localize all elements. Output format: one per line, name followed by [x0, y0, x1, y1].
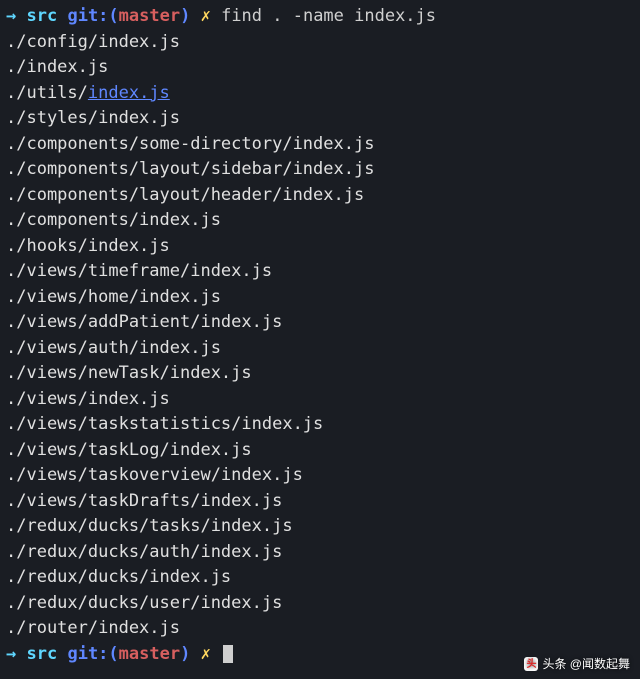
output-line: ./components/index.js	[6, 208, 634, 234]
output-line: ./views/home/index.js	[6, 285, 634, 311]
output-line: ./redux/ducks/auth/index.js	[6, 540, 634, 566]
git-label: git:(	[67, 6, 118, 26]
output-line: ./views/taskoverview/index.js	[6, 463, 634, 489]
output-line: ./router/index.js	[6, 616, 634, 642]
output-line: ./index.js	[6, 55, 634, 81]
git-label: git:(	[67, 644, 118, 664]
prompt-line-1: → src git:(master) ✗ find . -name index.…	[6, 4, 634, 30]
prompt-cwd: src	[27, 6, 58, 26]
output-line: ./views/timeframe/index.js	[6, 259, 634, 285]
output-line: ./redux/ducks/index.js	[6, 565, 634, 591]
output-line: ./views/index.js	[6, 387, 634, 413]
git-close: )	[180, 6, 190, 26]
terminal-window[interactable]: → src git:(master) ✗ find . -name index.…	[6, 4, 634, 667]
output-line: ./config/index.js	[6, 30, 634, 56]
git-close: )	[180, 644, 190, 664]
output-line: ./views/taskstatistics/index.js	[6, 412, 634, 438]
prompt-cwd: src	[27, 644, 58, 664]
output-line: ./views/auth/index.js	[6, 336, 634, 362]
file-link[interactable]: index.js	[88, 83, 170, 103]
output-line: ./redux/ducks/user/index.js	[6, 591, 634, 617]
dirty-indicator-icon: ✗	[201, 6, 211, 26]
output-line: ./views/addPatient/index.js	[6, 310, 634, 336]
command-output: ./config/index.js./index.js./utils/index…	[6, 30, 634, 642]
output-line: ./styles/index.js	[6, 106, 634, 132]
command-text: find . -name index.js	[221, 6, 436, 26]
output-line: ./components/layout/header/index.js	[6, 183, 634, 209]
cursor	[223, 645, 233, 663]
output-line: ./components/some-directory/index.js	[6, 132, 634, 158]
output-line: ./views/taskDrafts/index.js	[6, 489, 634, 515]
dirty-indicator-icon: ✗	[201, 644, 211, 664]
output-line: ./redux/ducks/tasks/index.js	[6, 514, 634, 540]
watermark-icon: 头	[524, 657, 538, 671]
output-line: ./views/newTask/index.js	[6, 361, 634, 387]
git-branch: master	[119, 644, 180, 664]
output-line: ./components/layout/sidebar/index.js	[6, 157, 634, 183]
watermark-text: 头条 @闻数起舞	[542, 655, 630, 673]
watermark: 头 头条 @闻数起舞	[524, 655, 630, 673]
output-line: ./utils/index.js	[6, 81, 634, 107]
prompt-arrow-icon: →	[6, 6, 16, 26]
git-branch: master	[119, 6, 180, 26]
output-line: ./hooks/index.js	[6, 234, 634, 260]
output-text: ./utils/	[6, 83, 88, 103]
prompt-arrow-icon: →	[6, 644, 16, 664]
output-line: ./views/taskLog/index.js	[6, 438, 634, 464]
